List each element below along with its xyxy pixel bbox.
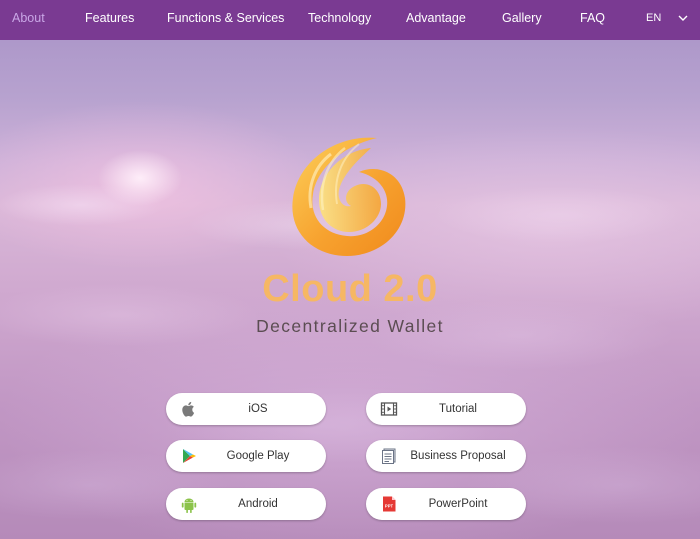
nav-item-technology[interactable]: Technology: [308, 0, 371, 36]
powerpoint-button[interactable]: PPT PowerPoint: [366, 488, 526, 520]
android-button[interactable]: Android: [166, 488, 326, 520]
document-icon: [382, 448, 396, 464]
nav-item-features[interactable]: Features: [85, 0, 134, 36]
ios-button-label: iOS: [248, 403, 268, 415]
video-icon: [380, 402, 398, 416]
business-proposal-button-label: Business Proposal: [410, 450, 506, 462]
nav-item-functions-services[interactable]: Functions & Services: [167, 0, 284, 36]
svg-text:PPT: PPT: [385, 504, 394, 509]
ios-button[interactable]: iOS: [166, 393, 326, 425]
nav-item-advantage[interactable]: Advantage: [406, 0, 466, 36]
business-proposal-button[interactable]: Business Proposal: [366, 440, 526, 472]
brand-tagline: Decentralized Wallet: [256, 316, 444, 336]
chevron-down-icon[interactable]: [678, 13, 688, 23]
ppt-icon: PPT: [383, 496, 396, 512]
cloud-logo: [292, 137, 406, 256]
android-icon: [181, 498, 197, 513]
top-navigation: About Features Functions & Services Tech…: [0, 0, 700, 40]
apple-icon: [182, 401, 195, 417]
google-play-icon: [183, 449, 196, 463]
nav-item-faq[interactable]: FAQ: [580, 0, 605, 36]
android-button-label: Android: [238, 498, 278, 510]
nav-item-gallery[interactable]: Gallery: [502, 0, 542, 36]
google-play-button[interactable]: Google Play: [166, 440, 326, 472]
powerpoint-button-label: PowerPoint: [428, 498, 488, 510]
nav-item-about[interactable]: About: [12, 0, 45, 36]
language-selector[interactable]: EN: [646, 0, 661, 36]
tutorial-button-label: Tutorial: [439, 403, 477, 415]
brand-title: Cloud 2.0: [262, 268, 438, 310]
tutorial-button[interactable]: Tutorial: [366, 393, 526, 425]
google-play-button-label: Google Play: [226, 450, 290, 462]
